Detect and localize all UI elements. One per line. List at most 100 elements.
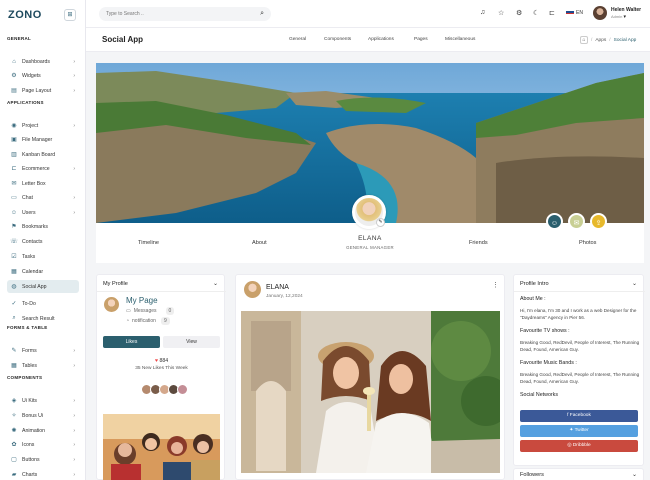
sidebar-item-file-manager[interactable]: ▣ File Manager [7,133,79,146]
sidebar-item-forms[interactable]: ✎ Forms › [7,344,79,357]
likes-button[interactable]: Likes [103,336,160,348]
sidebar-item-label: Charts [22,471,38,478]
twitter-button[interactable]: ✦ Twitter [520,425,638,437]
sidebar-item-buttons[interactable]: ▢ Buttons › [7,453,79,466]
sidebar-item-page-layout[interactable]: ▤ Page Layout › [7,84,79,97]
post-author-avatar[interactable] [244,281,261,298]
nav-components[interactable]: Components [324,37,351,42]
cart-icon[interactable]: ⊏ [549,9,555,17]
sidebar-item-bookmarks[interactable]: ⚑ Bookmarks [7,220,79,233]
messages-row[interactable]: ▭ Messages 0 [126,307,175,315]
user-avatar[interactable] [593,6,607,20]
post-image[interactable] [241,311,500,473]
home-icon: ⌂ [12,58,16,65]
sidebar-item-label: Tables [22,362,37,369]
sidebar-item-tables[interactable]: ▦ Tables › [7,359,79,372]
my-page-name[interactable]: My Page [126,296,158,305]
search-icon[interactable]: ⌕ [260,10,264,18]
tab-friends[interactable]: Friends [469,240,488,246]
users-icon: ☺ [10,209,18,216]
breadcrumb-apps[interactable]: Apps [595,38,606,43]
home-icon[interactable]: ⌂ [580,36,588,44]
sidebar-item-letter-box[interactable]: ✉ Letter Box [7,177,79,190]
sidebar-item-users[interactable]: ☺ Users › [7,206,79,219]
chevron-right-icon: › [73,441,75,448]
notification-row[interactable]: ◔ notification 9 [126,317,170,325]
followers-title: Followers [520,472,544,478]
sidebar-item-chat[interactable]: ▭ Chat › [7,191,79,204]
edit-pencil-icon[interactable]: ✎ [376,218,385,227]
search-icon: ⌕ [12,315,16,321]
tab-about[interactable]: About [252,240,267,246]
chat-bubble-icon[interactable]: ✉ [568,213,585,230]
sidebar-item-label: Buttons [22,456,40,463]
sidebar-item-label: Bookmarks [22,223,48,230]
user-name[interactable]: Helen Walter [611,7,641,13]
chevron-right-icon: › [73,194,75,201]
followers-card: Followers ⌄ [513,468,644,480]
share-icon[interactable]: ⇪ [590,213,607,230]
view-button[interactable]: View [163,336,220,348]
my-profile-title: My Profile [103,281,128,287]
moon-icon[interactable]: ☾ [533,9,539,17]
chevron-down-icon[interactable]: ⌄ [213,280,218,287]
sidebar-item-label: Users [22,209,36,216]
user-role: Admin ▾ [611,14,626,20]
divider [97,291,226,292]
sidebar-item-label: Forms [22,347,37,354]
tab-timeline[interactable]: Timeline [138,240,159,246]
sidebar-item-ui-kits[interactable]: ◈ Ui Kits › [7,394,79,407]
todo-icon: ✓ [11,301,17,307]
tv-text: Breaking Good, RedDevil, People of Inter… [520,340,640,352]
sidebar-item-project[interactable]: ◉ Project › [7,119,79,132]
smile-icon[interactable]: ☺ [546,213,563,230]
sidebar-item-contacts[interactable]: ☏ Contacts [7,235,79,248]
friend-avatar[interactable] [177,384,188,395]
sidebar-item-label: Project [22,122,39,129]
sidebar-item-kanban-board[interactable]: ▥ Kanban Board [7,148,79,161]
sidebar-item-social-app[interactable]: ◍ Social App [7,280,79,293]
star-icon[interactable]: ☆ [498,9,504,17]
sidebar-item-calendar[interactable]: ▦ Calendar [7,265,79,278]
section-applications: APPLICATIONS [7,100,44,105]
tab-photos[interactable]: Photos [579,240,596,246]
dribbble-button[interactable]: ◎ Dribbble [520,440,638,452]
about-text: Hi, I'm elana, I'm 30 and I work as a we… [520,308,637,320]
sidebar-item-label: Social App [22,283,47,290]
sidebar-item-dashboards[interactable]: ⌂ Dashboards › [7,55,79,68]
sidebar-item-charts[interactable]: ▰ Charts › [7,468,79,480]
search-input[interactable] [106,11,261,17]
nav-miscellaneous[interactable]: Miscellaneous [445,37,475,42]
logo[interactable]: ZONO [8,9,42,21]
sidebar-item-animation[interactable]: ✺ Animation › [7,424,79,437]
chevron-right-icon: › [73,58,75,65]
chevron-down-icon[interactable]: ⌄ [632,471,637,478]
friends-photo[interactable] [103,414,220,480]
post-author-name[interactable]: ELANA [266,284,289,291]
likes-week-text: 35 New Likes This Week [135,366,188,371]
nav-applications[interactable]: Applications [368,37,394,42]
sidebar-toggle-icon[interactable]: ⊞ [64,9,76,21]
settings-icon[interactable]: ⚙ [516,9,522,17]
sidebar-item-bonus-ui[interactable]: ✧ Bonus Ui › [7,409,79,422]
search-box[interactable]: ⌕ [99,7,271,21]
nav-pages[interactable]: Pages [414,37,428,42]
chevron-down-icon[interactable]: ⌄ [632,280,637,287]
facebook-button[interactable]: f Facebook [520,410,638,422]
sidebar-item-to-do[interactable]: ✓ To-Do [7,297,79,310]
sidebar-item-label: Contacts [22,238,43,245]
widgets-icon: ⚙ [11,73,17,79]
sidebar-item-search-result[interactable]: ⌕ Search Result [7,312,79,325]
language-selector[interactable]: EN [566,10,583,16]
section-general: GENERAL [7,36,32,41]
sidebar-item-icons[interactable]: ✿ Icons › [7,438,79,451]
sidebar-item-widgets[interactable]: ⚙ Widgets › [7,69,79,82]
more-options-icon[interactable]: ⋮ [492,281,499,289]
sidebar-item-tasks[interactable]: ☑ Tasks [7,250,79,263]
bonus-icon: ✧ [11,413,17,419]
my-profile-avatar[interactable] [104,297,119,312]
nav-general[interactable]: General [289,37,306,42]
page-header: Social App General Components Applicatio… [86,28,650,52]
sidebar-item-ecommerce[interactable]: ⊏ Ecommerce › [7,162,79,175]
bell-icon[interactable]: ♫ [480,9,485,16]
